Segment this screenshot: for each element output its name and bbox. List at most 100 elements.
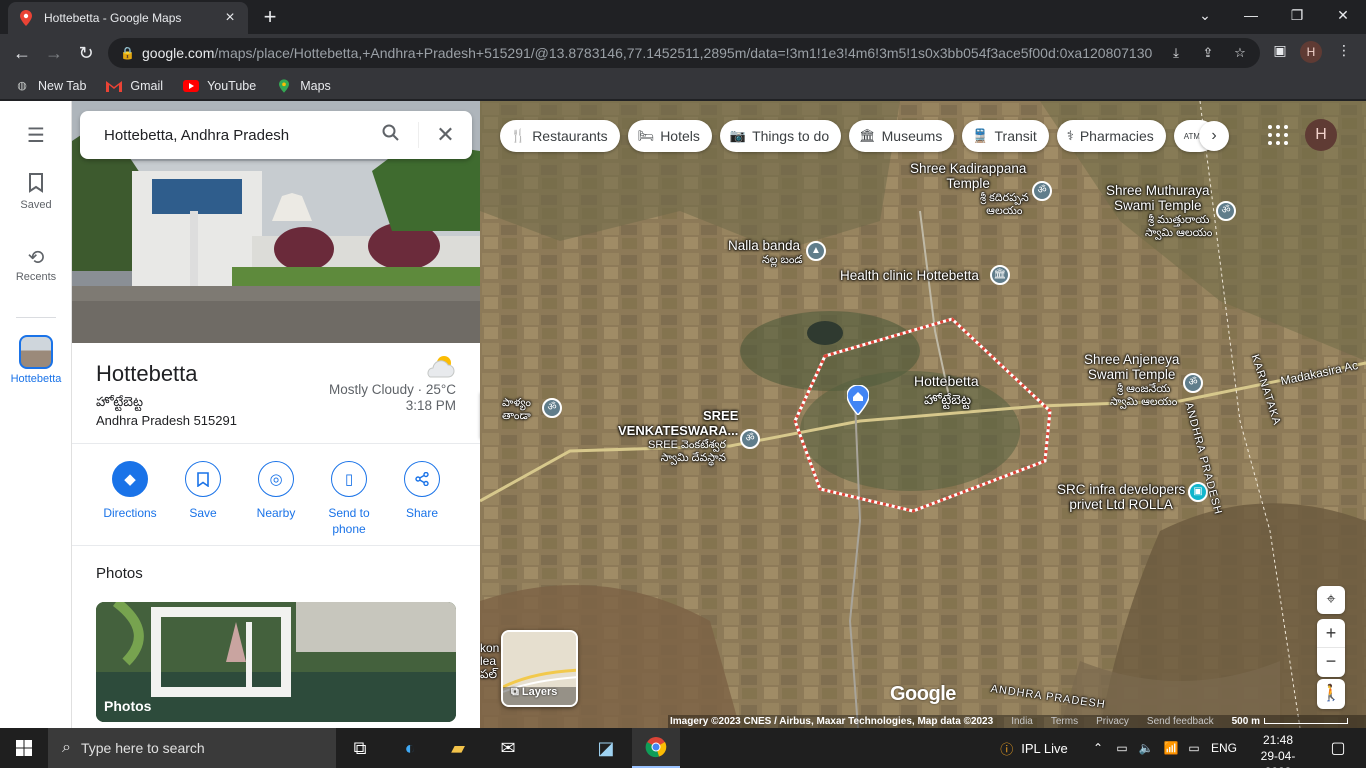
share-button[interactable]: Share [387,461,457,521]
action-buttons: ◆ Directions Save ◎ Nearby ▯ Send to pho… [96,461,456,541]
rail-saved[interactable]: Saved [0,173,72,211]
hospital-icon[interactable]: 🏛 [990,265,1010,285]
divider [72,545,480,546]
mail-icon[interactable]: ✉ [484,728,532,768]
app-icon[interactable]: ◪ [582,728,630,768]
search-input[interactable]: Hottebetta, Andhra Pradesh [104,127,364,144]
bookmark-new-tab[interactable]: ◍ New Tab [14,79,86,93]
language-indicator[interactable]: ENG [1208,728,1240,768]
ipl-live-widget[interactable]: ⓘ IPL Live [988,728,1080,768]
google-apps-icon[interactable] [1266,123,1290,147]
search-icon[interactable] [364,124,418,147]
nearby-button[interactable]: ◎ Nearby [241,461,311,521]
terms-link[interactable]: Terms [1051,715,1078,728]
notifications-icon[interactable]: ▢ [1318,728,1358,768]
battery-icon[interactable]: ▭ [1184,728,1204,768]
chip-pharmacies[interactable]: ⚕ Pharmacies [1056,120,1166,152]
rail-recents[interactable]: ⟲ Recents [0,245,72,283]
volume-icon[interactable]: 🔈 [1136,728,1156,768]
chip-restaurants[interactable]: 🍴 Restaurants [500,120,620,152]
chrome-icon[interactable] [632,728,680,768]
poi-label-anjeneya[interactable]: Shree Anjeneya Swami Temple [1084,352,1179,382]
zoom-out-button[interactable]: − [1317,648,1345,677]
street-view-pegman-icon[interactable]: 🚶 [1317,679,1345,709]
temple-icon[interactable]: ॐ [1216,201,1236,221]
account-avatar[interactable]: H [1305,119,1337,151]
send-feedback-link[interactable]: Send feedback [1147,715,1214,728]
poi-label-src-infra[interactable]: SRC infra developers privet Ltd ROLLA [1057,482,1185,512]
temple-icon[interactable]: ॐ [1032,181,1052,201]
chip-museums[interactable]: 🏛 Museums [849,120,955,152]
clear-search-icon[interactable]: ✕ [418,122,472,148]
photos-card[interactable]: Photos [96,602,456,722]
address-bar[interactable]: 🔒 google.com/maps/place/Hottebetta,+Andh… [108,38,1260,68]
zoom-in-button[interactable]: + [1317,619,1345,648]
search-box[interactable]: Hottebetta, Andhra Pradesh ✕ [80,111,472,159]
chip-things-to-do[interactable]: 📷 Things to do [719,120,842,152]
tray-overflow-icon[interactable]: ⌃ [1088,728,1108,768]
forward-button[interactable]: → [40,39,68,67]
tab-title: Hottebetta - Google Maps [44,11,182,25]
map-canvas[interactable]: 🍴 Restaurants 🛏 Hotels 📷 Things to do 🏛 Muse… [480,101,1366,728]
task-view-icon[interactable]: ⧉ [336,728,384,768]
maps-icon [276,78,292,93]
save-button[interactable]: Save [168,461,238,521]
privacy-link[interactable]: Privacy [1096,715,1129,728]
bed-icon: 🛏 [637,128,655,143]
bookmark-label: YouTube [207,78,257,93]
temple-icon[interactable]: ॐ [740,429,760,449]
send-to-phone-button[interactable]: ▯ Send to phone [314,461,384,537]
my-location-button[interactable]: ⌖ [1317,586,1345,614]
temple-icon[interactable]: ॐ [542,398,562,418]
taskbar-search[interactable]: ⌕ Type here to search [48,728,336,768]
system-clock[interactable]: 21:48 29-04-2023 [1248,732,1308,768]
menu-button[interactable]: ☰ [0,123,72,149]
chip-transit[interactable]: 🚆 Transit [962,120,1049,152]
windows-taskbar: ⌕ Type here to search ⧉ ◐ ▰ ✉ ◪ ⓘ IPL Li… [0,728,1366,768]
tab-search-icon[interactable]: ⌄ [1182,0,1228,30]
temple-icon[interactable]: ॐ [1183,373,1203,393]
weather-time: 3:18 PM [405,398,456,413]
restore-button[interactable]: ❐ [1274,0,1320,30]
install-app-icon[interactable]: ⤓ [1168,45,1184,61]
bookmark-maps[interactable]: Maps [276,79,331,93]
place-address: Andhra Pradesh 515291 [96,413,237,428]
new-tab-button[interactable]: + [258,6,282,30]
poi-label-muthuraya[interactable]: Shree Muthuraya Swami Temple [1106,183,1210,213]
place-label-hottebetta[interactable]: Hottebetta [914,374,979,389]
meet-now-icon[interactable]: ▭ [1112,728,1132,768]
chips-next-button[interactable]: › [1199,121,1229,151]
chip-hotels[interactable]: 🛏 Hotels [627,120,712,152]
bookmark-star-icon[interactable]: ☆ [1232,45,1248,61]
tab-close-icon[interactable]: × [222,10,238,26]
menu-kebab-icon[interactable]: ⋮ [1334,42,1354,59]
poi-label-kadirappana[interactable]: Shree Kadirappana Temple [910,161,1026,191]
reload-button[interactable]: ↻ [72,39,100,67]
close-window-button[interactable]: ✕ [1320,0,1366,30]
scale-label[interactable]: 500 m [1232,715,1260,728]
file-explorer-icon[interactable]: ▰ [434,728,482,768]
landmark-icon[interactable]: ▲ [806,241,826,261]
share-page-icon[interactable]: ⇪ [1200,45,1216,61]
poi-label-health-clinic[interactable]: Health clinic Hottebetta [840,268,979,283]
browser-profile-avatar[interactable]: H [1300,41,1322,63]
layers-button[interactable]: ⧉ Layers [501,630,578,707]
search-icon: ⌕ [62,739,71,756]
poi-label-sree-venkateswara[interactable]: SREE VENKATESWARA... [618,408,738,438]
minimize-button[interactable]: — [1228,0,1274,30]
bookmark-youtube[interactable]: YouTube [183,79,256,93]
network-icon[interactable]: 📶 [1160,728,1182,768]
rail-current-place[interactable]: Hottebetta [0,335,72,385]
bookmark-gmail[interactable]: Gmail [106,79,163,93]
directions-button[interactable]: ◆ Directions [95,461,165,521]
edge-icon[interactable]: ◐ [386,728,434,768]
side-panel-icon[interactable]: ▣ [1270,42,1290,59]
windows-start-icon[interactable] [0,728,48,768]
tab-google-maps[interactable]: Hottebetta - Google Maps × [8,2,248,34]
selected-place-pin-icon[interactable] [846,384,870,420]
youtube-icon [183,79,200,93]
india-link[interactable]: India [1011,715,1033,728]
back-button[interactable]: ← [8,39,36,67]
poi-label-nalla-banda[interactable]: Nalla banda [728,238,800,253]
action-label: Directions [103,506,157,520]
